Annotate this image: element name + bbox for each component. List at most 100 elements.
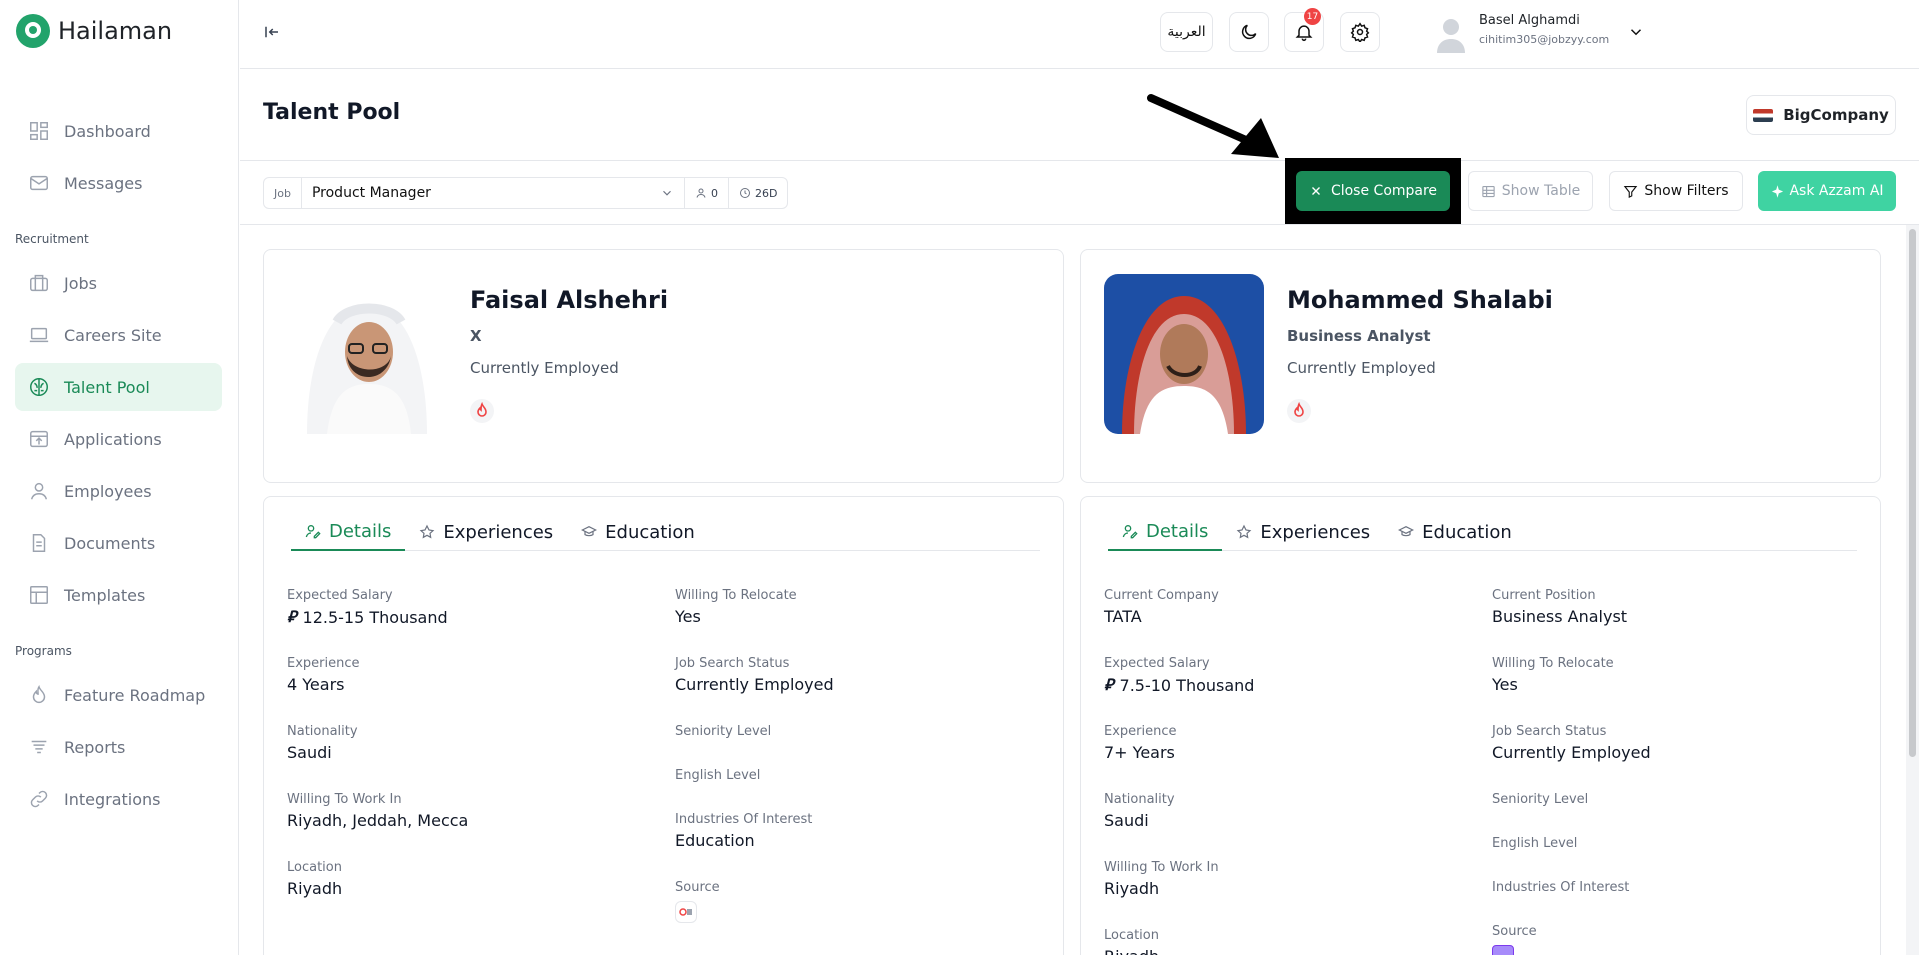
candidate-role: Business Analyst (1287, 327, 1431, 345)
dark-mode-button[interactable] (1229, 12, 1269, 52)
field-label: Source (1492, 924, 1537, 939)
field-current-company: Current Company TATA (1104, 588, 1219, 626)
field-value: Riyadh, Jeddah, Mecca (287, 811, 469, 830)
sidebar-item-label: Feature Roadmap (64, 685, 206, 705)
field-value: Riyadh (1104, 879, 1160, 898)
sidebar-item-label: Templates (64, 585, 146, 605)
field-expected-salary: Expected Salary ⃁ 12.5-15 Thousand (287, 588, 448, 627)
sidebar-item-documents[interactable]: Documents (15, 519, 222, 567)
job-dropdown[interactable]: Product Manager (302, 178, 685, 208)
field-label: Industries Of Interest (1492, 880, 1630, 895)
sidebar-item-employees[interactable]: Employees (15, 467, 222, 515)
sidebar-item-templates[interactable]: Templates (15, 571, 222, 619)
tab-education[interactable]: Education (567, 513, 709, 551)
sidebar-item-careers-site[interactable]: Careers Site (15, 311, 222, 359)
ask-ai-label: Ask Azzam AI (1789, 183, 1884, 199)
field-location: Location Riyadh (287, 860, 342, 898)
job-age: 26D (729, 178, 787, 208)
sidebar-item-integrations[interactable]: Integrations (15, 775, 222, 823)
field-label: English Level (1492, 836, 1578, 851)
annotation-arrow-icon (1147, 94, 1279, 158)
field-seniority-level: Seniority Level (1492, 792, 1588, 807)
briefcase-icon (30, 274, 48, 292)
job-label: Job (264, 178, 302, 208)
field-value-row: ⃁ 12.5-15 Thousand (287, 607, 448, 627)
field-job-search-status: Job Search Status Currently Employed (675, 656, 834, 694)
scrollbar-thumb[interactable] (1909, 229, 1916, 757)
field-english-level: English Level (1492, 836, 1577, 851)
sidebar-item-reports[interactable]: Reports (15, 723, 222, 771)
field-value: Business Analyst (1492, 607, 1628, 626)
sidebar-item-label: Applications (64, 429, 162, 449)
tab-details[interactable]: Details (1108, 513, 1223, 551)
applicants-count-value: 0 (710, 186, 718, 200)
settings-button[interactable] (1340, 12, 1380, 52)
brand-logo[interactable]: Hailaman (16, 14, 172, 48)
field-label: Expected Salary (287, 588, 393, 603)
field-willing-to-work-in: Willing To Work In Riyadh (1104, 860, 1219, 898)
chevron-down-icon[interactable] (1627, 23, 1645, 41)
language-switch-button[interactable]: العربية (1160, 12, 1213, 52)
show-table-button[interactable]: Show Table (1468, 171, 1593, 211)
job-selector[interactable]: Job Product Manager 0 26D (263, 177, 789, 209)
filter-lines-icon (31, 740, 47, 754)
sidebar-item-dashboard[interactable]: Dashboard (15, 107, 222, 155)
close-compare-button[interactable]: Close Compare (1296, 171, 1450, 211)
brain-icon (30, 378, 48, 396)
field-value: Currently Employed (1492, 743, 1651, 762)
page-scrollbar[interactable] (1906, 225, 1919, 955)
sidebar-item-feature-roadmap[interactable]: Feature Roadmap (15, 671, 222, 719)
notifications-button[interactable]: 17 (1284, 8, 1324, 52)
sidebar-item-messages[interactable]: Messages (15, 159, 222, 207)
field-label: Current Company (1104, 588, 1219, 603)
top-bar (240, 0, 1919, 69)
field-expected-salary: Expected Salary ⃁ 7.5-10 Thousand (1104, 656, 1254, 695)
flame-icon (32, 684, 46, 703)
show-table-label: Show Table (1501, 183, 1581, 199)
riyal-icon: ⃁ (1104, 675, 1114, 694)
candidate-status: Currently Employed (470, 359, 619, 377)
field-label: Willing To Work In (1104, 860, 1219, 875)
sidebar-item-applications[interactable]: Applications (15, 415, 222, 463)
sidebar-item-label: Employees (64, 481, 152, 501)
field-value: Yes (675, 607, 701, 626)
show-filters-button[interactable]: Show Filters (1609, 171, 1743, 211)
upload-icon (30, 430, 48, 448)
candidate-photo (287, 274, 447, 434)
sidebar-item-jobs[interactable]: Jobs (15, 259, 222, 307)
candidate-card[interactable]: Faisal Alshehri X Currently Employed (263, 249, 1064, 483)
page-title: Talent Pool (263, 100, 401, 125)
field-label: Seniority Level (1492, 792, 1589, 807)
tab-experiences[interactable]: Experiences (405, 513, 567, 551)
field-value: Education (675, 831, 755, 850)
candidate-photo (1104, 274, 1264, 434)
field-value: 4 Years (287, 675, 345, 694)
collapse-sidebar-icon[interactable] (263, 23, 281, 41)
avatar[interactable] (1434, 17, 1468, 53)
field-location: Location Riyadh (1104, 928, 1159, 955)
field-value: Currently Employed (675, 675, 834, 694)
tab-experiences[interactable]: Experiences (1222, 513, 1384, 551)
link-icon (30, 790, 48, 808)
user-name[interactable]: Basel Alghamdi (1479, 13, 1580, 28)
document-icon (32, 534, 46, 552)
tab-education[interactable]: Education (1384, 513, 1526, 551)
section-label-programs: Programs (15, 644, 72, 658)
field-label: Seniority Level (675, 724, 772, 739)
sidebar-item-label: Careers Site (64, 325, 162, 345)
show-filters-label: Show Filters (1644, 183, 1729, 199)
company-switch-button[interactable]: BigCompany (1746, 95, 1896, 135)
sidebar: Hailaman Dashboard Messages Recruitment … (0, 0, 239, 955)
candidate-card[interactable]: Mohammed Shalabi Business Analyst Curren… (1080, 249, 1881, 483)
field-value: Saudi (1104, 811, 1149, 830)
close-compare-label: Close Compare (1330, 183, 1438, 199)
ask-ai-button[interactable]: Ask Azzam AI (1758, 171, 1896, 211)
sparkle-icon (1772, 184, 1784, 198)
flame-icon (1287, 399, 1311, 423)
field-value: 12.5-15 Thousand (302, 607, 448, 627)
sidebar-item-talent-pool[interactable]: Talent Pool (15, 363, 222, 411)
tab-label: Details (1146, 520, 1209, 542)
field-value-row: ⃁ 7.5-10 Thousand (1104, 675, 1254, 695)
tab-details[interactable]: Details (291, 513, 406, 551)
field-job-search-status: Job Search Status Currently Employed (1492, 724, 1651, 762)
